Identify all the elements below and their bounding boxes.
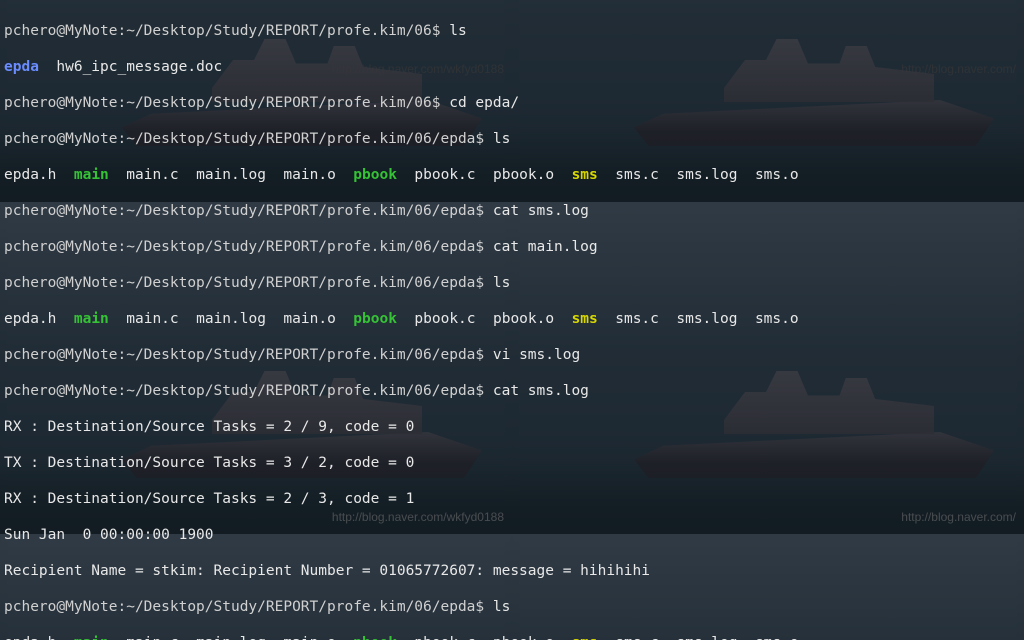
- terminal-line: pchero@MyNote:~/Desktop/Study/REPORT/pro…: [4, 130, 1020, 148]
- terminal[interactable]: pchero@MyNote:~/Desktop/Study/REPORT/pro…: [0, 0, 1024, 640]
- terminal-line: pchero@MyNote:~/Desktop/Study/REPORT/pro…: [4, 202, 1020, 220]
- log-line: RX : Destination/Source Tasks = 2 / 9, c…: [4, 418, 1020, 436]
- terminal-line: pchero@MyNote:~/Desktop/Study/REPORT/pro…: [4, 274, 1020, 292]
- log-line: TX : Destination/Source Tasks = 3 / 2, c…: [4, 454, 1020, 472]
- terminal-line: pchero@MyNote:~/Desktop/Study/REPORT/pro…: [4, 94, 1020, 112]
- log-line: Recipient Name = stkim: Recipient Number…: [4, 562, 1020, 580]
- terminal-line: pchero@MyNote:~/Desktop/Study/REPORT/pro…: [4, 238, 1020, 256]
- log-line: Sun Jan 0 00:00:00 1900: [4, 526, 1020, 544]
- log-line: RX : Destination/Source Tasks = 2 / 3, c…: [4, 490, 1020, 508]
- terminal-line: pchero@MyNote:~/Desktop/Study/REPORT/pro…: [4, 346, 1020, 364]
- terminal-line: pchero@MyNote:~/Desktop/Study/REPORT/pro…: [4, 382, 1020, 400]
- terminal-line: pchero@MyNote:~/Desktop/Study/REPORT/pro…: [4, 598, 1020, 616]
- ls-output: epda hw6_ipc_message.doc: [4, 58, 1020, 76]
- ls-output: epda.h main main.c main.log main.o pbook…: [4, 310, 1020, 328]
- ls-output: epda.h main main.c main.log main.o pbook…: [4, 634, 1020, 640]
- terminal-line: pchero@MyNote:~/Desktop/Study/REPORT/pro…: [4, 22, 1020, 40]
- ls-output: epda.h main main.c main.log main.o pbook…: [4, 166, 1020, 184]
